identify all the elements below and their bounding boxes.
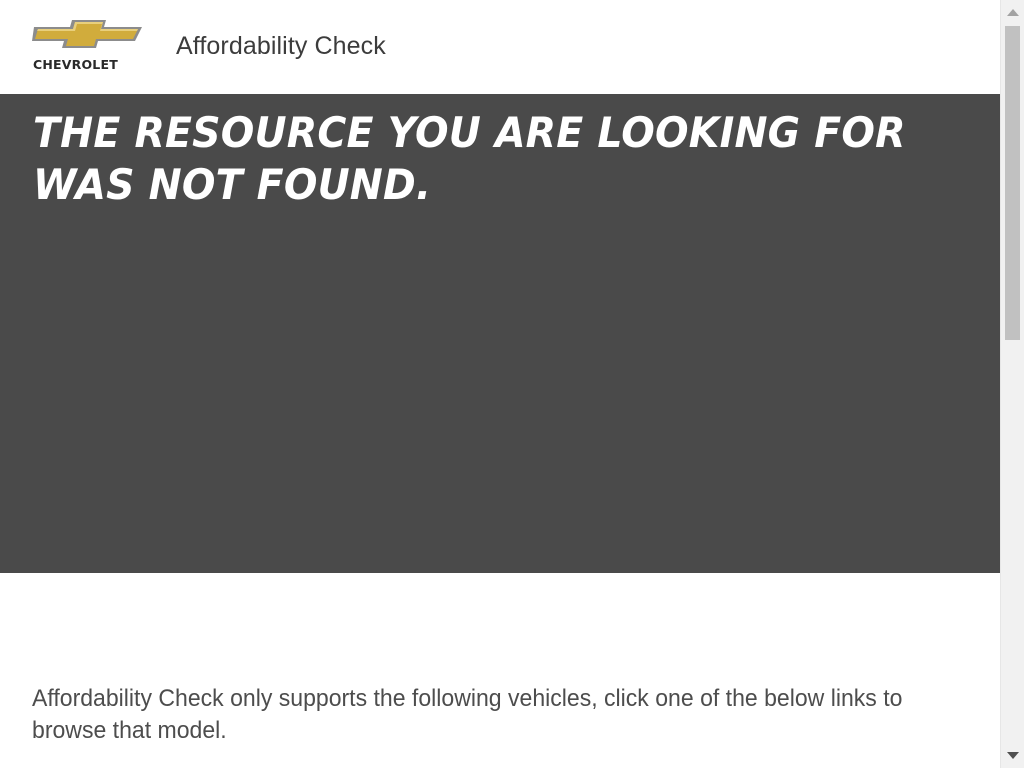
error-hero-banner: THE RESOURCE YOU ARE LOOKING FOR WAS NOT… [0, 94, 1000, 573]
vertical-scrollbar[interactable] [1000, 0, 1024, 768]
browser-viewport: CHEVROLET Affordability Check THE RESOUR… [0, 0, 1024, 768]
page: CHEVROLET Affordability Check THE RESOUR… [0, 0, 1000, 768]
scroll-down-arrow-icon[interactable] [1007, 752, 1019, 759]
site-header: CHEVROLET Affordability Check [0, 0, 1000, 94]
chevrolet-logo[interactable]: CHEVROLET [32, 18, 144, 74]
error-heading: THE RESOURCE YOU ARE LOOKING FOR WAS NOT… [33, 108, 906, 209]
app-title: Affordability Check [176, 32, 386, 60]
chevrolet-wordmark: CHEVROLET [33, 57, 118, 72]
chevrolet-bowtie-icon [32, 20, 142, 48]
scrollbar-thumb[interactable] [1005, 26, 1020, 340]
scroll-up-arrow-icon[interactable] [1007, 9, 1019, 16]
supported-vehicles-message: Affordability Check only supports the fo… [32, 685, 903, 744]
